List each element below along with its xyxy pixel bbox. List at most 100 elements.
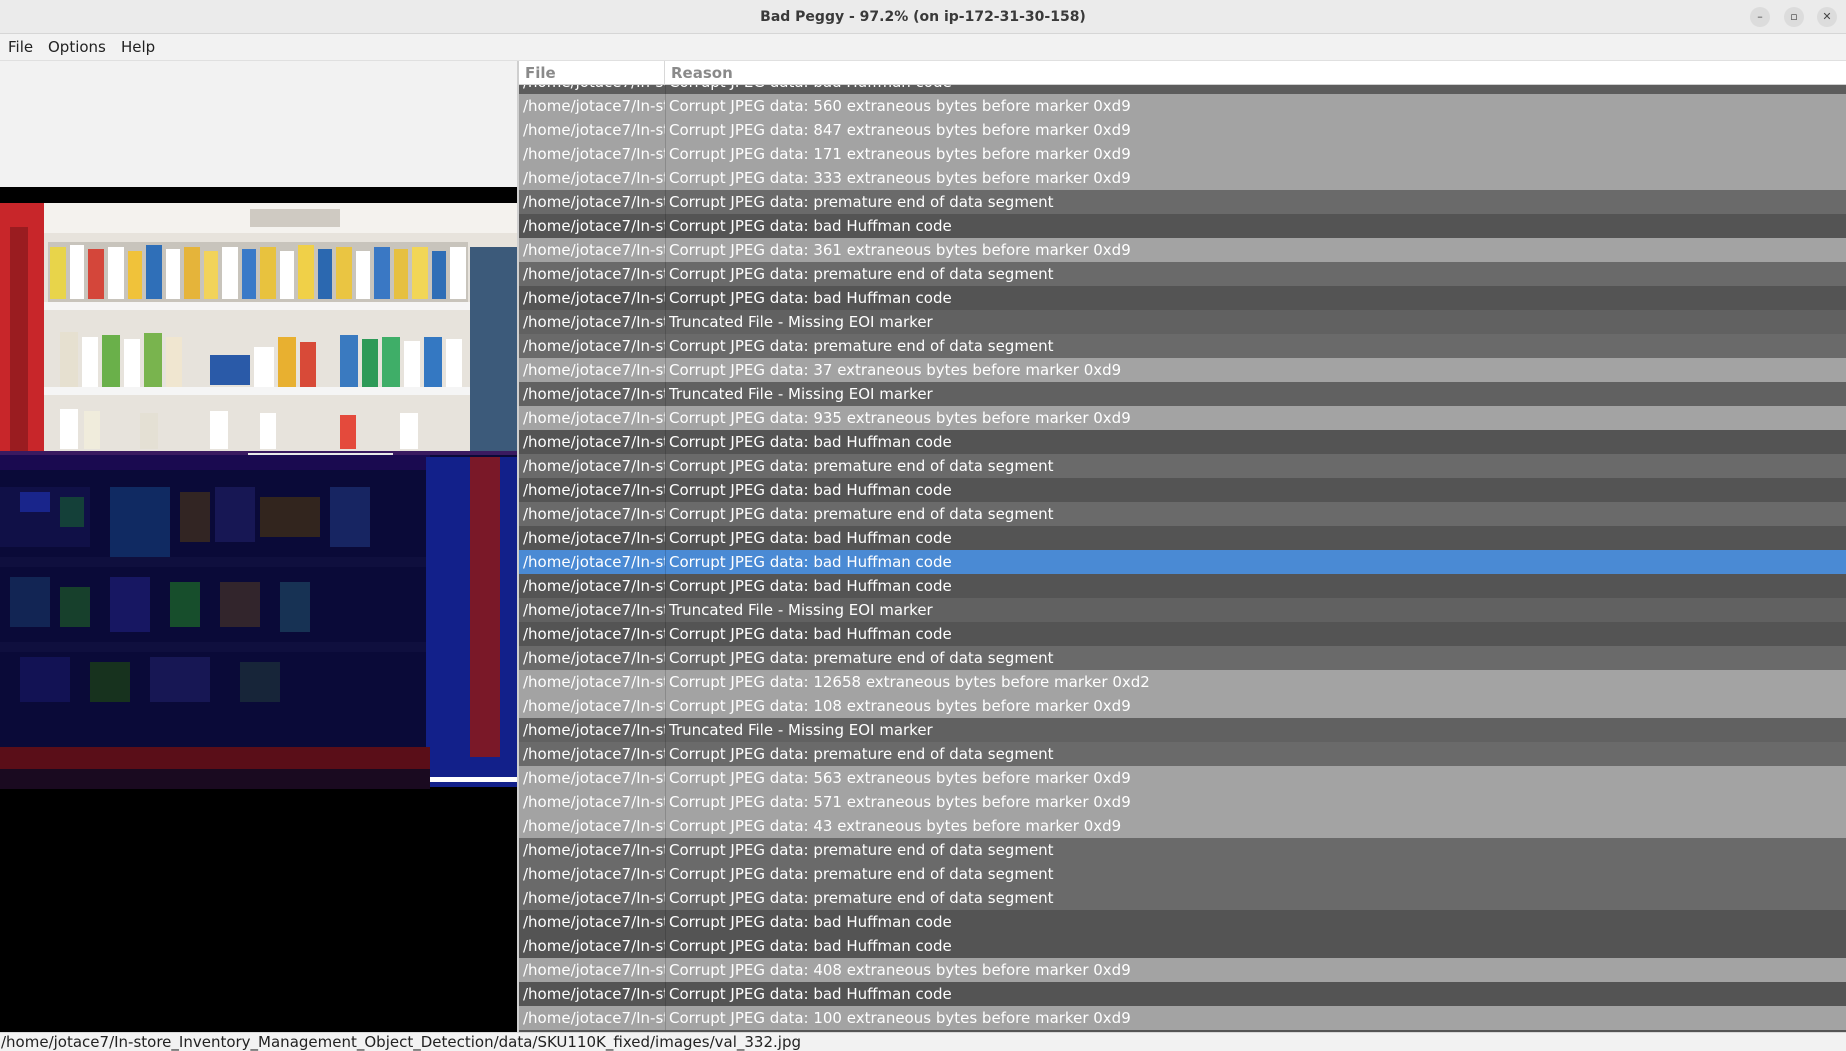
table-row[interactable]: /home/jotace7/In-st Corrupt JPEG data: 33… [519,166,1846,190]
cell-reason: Corrupt JPEG data: 108 extraneous bytes … [669,697,1131,715]
cell-file: /home/jotace7/In-st [523,505,665,523]
cell-separator [665,190,666,214]
table-row[interactable]: /home/jotace7/In-st Corrupt JPEG data: 10… [519,1006,1846,1030]
cell-reason: Corrupt JPEG data: bad Huffman code [669,217,952,235]
cell-file: /home/jotace7/In-st [523,313,665,331]
table-row[interactable]: /home/jotace7/In-st Corrupt JPEG data: 10… [519,694,1846,718]
status-bar: /home/jotace7/In-store_Inventory_Managem… [0,1032,1846,1051]
cell-file: /home/jotace7/In-st [523,937,665,955]
cell-separator [665,958,666,982]
cell-separator [665,118,666,142]
table-row[interactable]: /home/jotace7/In-stCorrupt JPEG data: ba… [519,214,1846,238]
table-row[interactable]: /home/jotace7/In-stCorrupt JPEG data: ba… [519,478,1846,502]
table-row[interactable]: /home/jotace7/In-stCorrupt JPEG data: ba… [519,622,1846,646]
close-button[interactable]: ✕ [1817,7,1837,27]
cell-file: /home/jotace7/In-st [523,529,665,547]
table-row[interactable]: /home/jotace7/In-stCorrupt JPEG data: ba… [519,934,1846,958]
cell-file: /home/jotace7/In-st [523,433,665,451]
table-row[interactable]: /home/jotace7/In-stCorrupt JPEG data: ba… [519,982,1846,1006]
cell-file: /home/jotace7/In-st [523,361,665,379]
menu-options[interactable]: Options [48,34,106,61]
column-header-file[interactable]: File [519,61,665,85]
cell-reason: Corrupt JPEG data: premature end of data… [669,505,1054,523]
table-row[interactable]: /home/jotace7/In-st Corrupt JPEG data: 56… [519,94,1846,118]
table-row[interactable]: /home/jotace7/In-st Truncated File - Miss… [519,382,1846,406]
table-row[interactable]: /home/jotace7/In-st Corrupt JPEG data: pr… [519,262,1846,286]
cell-file: /home/jotace7/In-st [523,601,665,619]
table-row[interactable]: /home/jotace7/In-st Corrupt JPEG data: pr… [519,454,1846,478]
cell-file: /home/jotace7/In-st [523,577,665,595]
table-row[interactable]: /home/jotace7/In-stCorrupt JPEG data: ba… [519,550,1846,574]
table-row[interactable]: /home/jotace7/In-st Corrupt JPEG data: 17… [519,142,1846,166]
table-row[interactable]: /home/jotace7/In-st Truncated File - Miss… [519,718,1846,742]
menu-file[interactable]: File [8,34,33,61]
cell-file: /home/jotace7/In-st [523,409,665,427]
table-row[interactable]: /home/jotace7/In-st Corrupt JPEG data: pr… [519,886,1846,910]
table-row[interactable]: /home/jotace7/In-st Corrupt JPEG data: 56… [519,766,1846,790]
cell-reason: Corrupt JPEG data: 571 extraneous bytes … [669,793,1131,811]
table-row[interactable]: /home/jotace7/In-stCorrupt JPEG data: ba… [519,286,1846,310]
cell-file: /home/jotace7/In-st [523,961,665,979]
table-row[interactable]: /home/jotace7/In-st Corrupt JPEG data: pr… [519,646,1846,670]
cell-file: /home/jotace7/In-st [523,817,665,835]
minimize-button[interactable]: – [1750,7,1770,27]
table-row[interactable]: /home/jotace7/In-st Corrupt JPEG data: 12… [519,670,1846,694]
table-row[interactable]: /home/jotace7/In-stCorrupt JPEG data: ba… [519,910,1846,934]
table-row[interactable]: /home/jotace7/In-st Corrupt JPEG data: 40… [519,958,1846,982]
table-row[interactable]: /home/jotace7/In-st Corrupt JPEG data: 37… [519,358,1846,382]
table-row[interactable]: /home/jotace7/In-st Corrupt JPEG data: pr… [519,838,1846,862]
table-row[interactable]: /home/jotace7/In-st Corrupt JPEG data: pr… [519,502,1846,526]
table-row[interactable]: /home/jotace7/In-st Corrupt JPEG data: 84… [519,118,1846,142]
cell-separator [665,598,666,622]
maximize-button[interactable]: ▫ [1784,7,1804,27]
cell-reason: Corrupt JPEG data: 37 extraneous bytes b… [669,361,1122,379]
table-row[interactable]: /home/jotace7/In-st Corrupt JPEG data: pr… [519,742,1846,766]
table-row[interactable]: /home/jotace7/In-stCorrupt JPEG data: ba… [519,574,1846,598]
column-header-reason[interactable]: Reason [665,61,1846,85]
table-row[interactable]: /home/jotace7/In-st Corrupt JPEG data: 43… [519,814,1846,838]
cell-separator [665,502,666,526]
table-body[interactable]: /home/jotace7/In-stCorrupt JPEG data: ba… [519,85,1846,1032]
cell-file: /home/jotace7/In-st [523,121,665,139]
cell-file: /home/jotace7/In-st [523,145,665,163]
cell-reason: Corrupt JPEG data: bad Huffman code [669,625,952,643]
image-preview [0,187,517,1032]
cell-reason: Corrupt JPEG data: bad Huffman code [669,577,952,595]
table-row[interactable]: /home/jotace7/In-st Corrupt JPEG data: 93… [519,406,1846,430]
cell-file: /home/jotace7/In-st [523,889,665,907]
cell-separator [665,718,666,742]
cell-separator [665,406,666,430]
table-row[interactable]: /home/jotace7/In-st Corrupt JPEG data: 57… [519,790,1846,814]
cell-reason: Truncated File - Missing EOI marker [669,313,933,331]
cell-separator [665,574,666,598]
cell-file: /home/jotace7/In-st [523,649,665,667]
cell-reason: Corrupt JPEG data: premature end of data… [669,193,1054,211]
cell-reason: Corrupt JPEG data: 361 extraneous bytes … [669,241,1131,259]
cell-reason: Corrupt JPEG data: 100 extraneous bytes … [669,1009,1131,1027]
table-row[interactable]: /home/jotace7/In-st Truncated File - Miss… [519,598,1846,622]
cell-file: /home/jotace7/In-st [523,97,665,115]
table-row[interactable]: /home/jotace7/In-stCorrupt JPEG data: ba… [519,526,1846,550]
cell-separator [665,430,666,454]
cell-reason: Corrupt JPEG data: bad Huffman code [669,913,952,931]
cell-reason: Truncated File - Missing EOI marker [669,721,933,739]
table-row[interactable]: /home/jotace7/In-st Corrupt JPEG data: pr… [519,190,1846,214]
menu-help[interactable]: Help [121,34,155,61]
table-row[interactable]: /home/jotace7/In-st Corrupt JPEG data: 36… [519,238,1846,262]
cell-file: /home/jotace7/In-st [523,841,665,859]
cell-file: /home/jotace7/In-st [523,721,665,739]
cell-separator [665,310,666,334]
cell-reason: Corrupt JPEG data: 408 extraneous bytes … [669,961,1131,979]
table-row[interactable]: /home/jotace7/In-stCorrupt JPEG data: ba… [519,85,1846,94]
table-row[interactable]: /home/jotace7/In-stCorrupt JPEG data: ba… [519,430,1846,454]
table-row[interactable]: /home/jotace7/In-st Corrupt JPEG data: pr… [519,862,1846,886]
table-row[interactable]: /home/jotace7/In-st Truncated File - Miss… [519,310,1846,334]
cell-file: /home/jotace7/In-st [523,985,665,1003]
cell-reason: Corrupt JPEG data: bad Huffman code [669,289,952,307]
cell-separator [665,982,666,1006]
cell-file: /home/jotace7/In-st [523,769,665,787]
cell-separator [665,286,666,310]
table-row[interactable]: /home/jotace7/In-st Corrupt JPEG data: pr… [519,334,1846,358]
cell-separator [665,334,666,358]
cell-file: /home/jotace7/In-st [519,85,665,94]
